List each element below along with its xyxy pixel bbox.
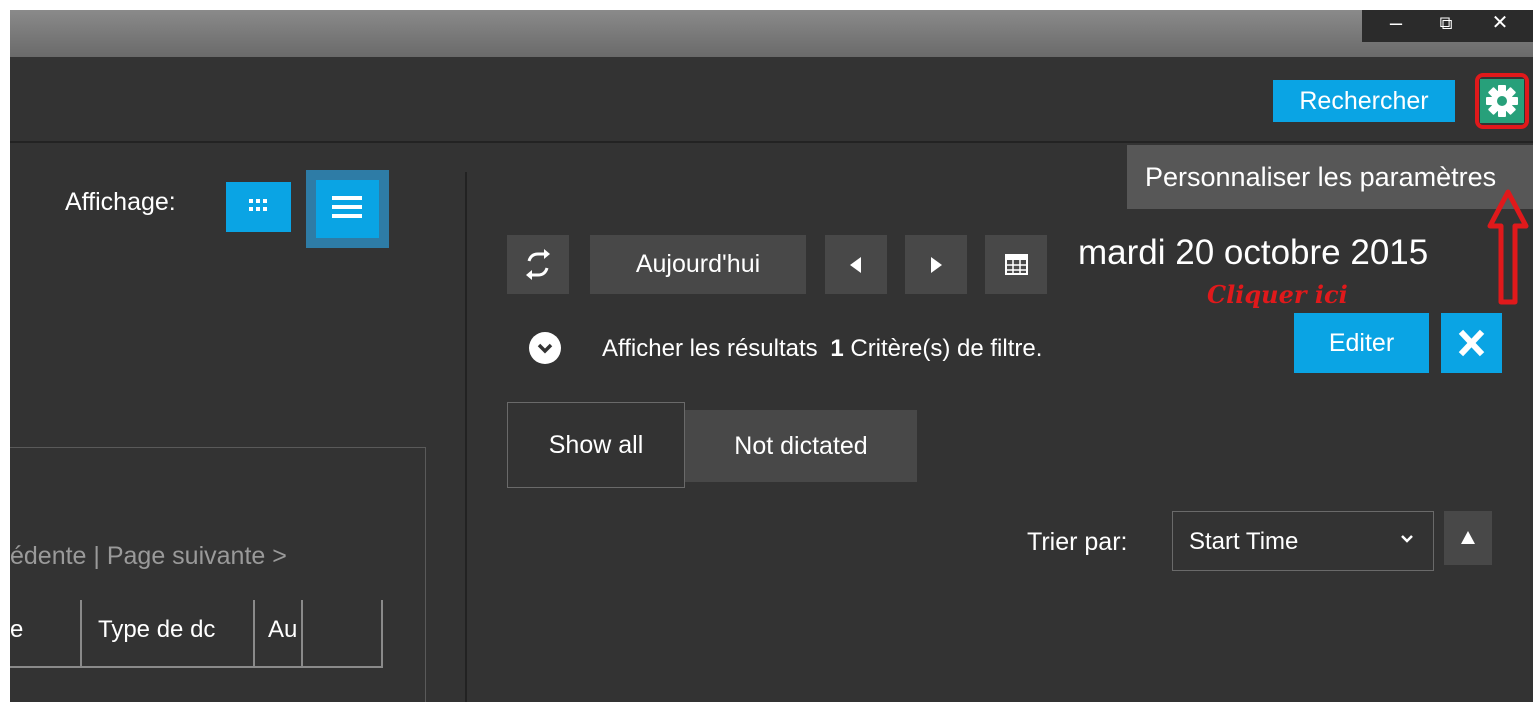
grid-icon — [249, 199, 267, 211]
triangle-right-icon — [931, 257, 942, 273]
results-label: Afficher les résultats 1 Critère(s) de f… — [602, 335, 1042, 363]
filter-count: 1 — [830, 335, 844, 362]
list-icon — [332, 196, 362, 218]
tab-not-dictated[interactable]: Not dictated — [685, 410, 917, 482]
column-header[interactable]: e — [10, 616, 23, 644]
triangle-left-icon — [850, 257, 861, 273]
filter-text: Critère(s) de filtre. — [850, 335, 1043, 362]
today-button[interactable]: Aujourd'hui — [590, 235, 806, 294]
minimize-button[interactable]: – — [1376, 10, 1416, 38]
refresh-button[interactable] — [507, 235, 569, 294]
top-bar: Rechercher — [10, 57, 1533, 143]
settings-tooltip: Personnaliser les paramètres — [1127, 145, 1533, 209]
clear-filter-button[interactable] — [1441, 313, 1502, 373]
chevron-down-icon — [537, 343, 553, 354]
refresh-icon — [526, 249, 550, 280]
sort-label: Trier par: — [1027, 528, 1128, 556]
tab-show-all[interactable]: Show all — [507, 402, 685, 488]
window-controls: – ⧉ ✕ — [1362, 10, 1533, 42]
column-divider — [80, 600, 82, 666]
next-button[interactable] — [905, 235, 967, 294]
expand-results-button[interactable] — [529, 332, 561, 364]
chevron-down-icon — [1401, 535, 1413, 543]
arrow-up-icon — [1487, 189, 1529, 305]
view-label: Affichage: — [65, 188, 176, 216]
search-button[interactable]: Rechercher — [1273, 80, 1455, 122]
results-text: Afficher les résultats — [602, 335, 818, 362]
close-icon — [1458, 329, 1485, 357]
annotation-label: Cliquer ici — [1207, 280, 1348, 309]
settings-button[interactable] — [1480, 79, 1524, 123]
triangle-up-icon — [1461, 531, 1475, 544]
column-header[interactable]: Au — [268, 616, 300, 644]
app-window: – ⧉ ✕ Rechercher Personnaliser les param… — [10, 10, 1533, 702]
restore-button[interactable]: ⧉ — [1426, 10, 1466, 38]
sort-select[interactable]: Start Time — [1172, 511, 1434, 571]
title-bar: – ⧉ ✕ — [10, 10, 1533, 57]
pagination[interactable]: édente | Page suivante > — [10, 542, 287, 571]
calendar-icon — [1005, 254, 1028, 275]
table-header: e Type de dc Au — [10, 600, 383, 668]
panel-splitter[interactable] — [465, 172, 467, 702]
column-divider — [381, 600, 383, 666]
previous-button[interactable] — [825, 235, 887, 294]
calendar-button[interactable] — [985, 235, 1047, 294]
sort-value: Start Time — [1189, 528, 1299, 555]
list-view-button[interactable] — [316, 180, 379, 238]
close-window-button[interactable]: ✕ — [1480, 10, 1520, 38]
sort-direction-button[interactable] — [1444, 511, 1492, 565]
column-divider — [301, 600, 303, 666]
gear-icon — [1486, 85, 1518, 117]
grid-view-button[interactable] — [226, 182, 291, 232]
current-date: mardi 20 octobre 2015 — [1078, 233, 1429, 272]
edit-filter-button[interactable]: Editer — [1294, 313, 1429, 373]
column-divider — [253, 600, 255, 666]
column-header[interactable]: Type de dc — [98, 616, 253, 644]
